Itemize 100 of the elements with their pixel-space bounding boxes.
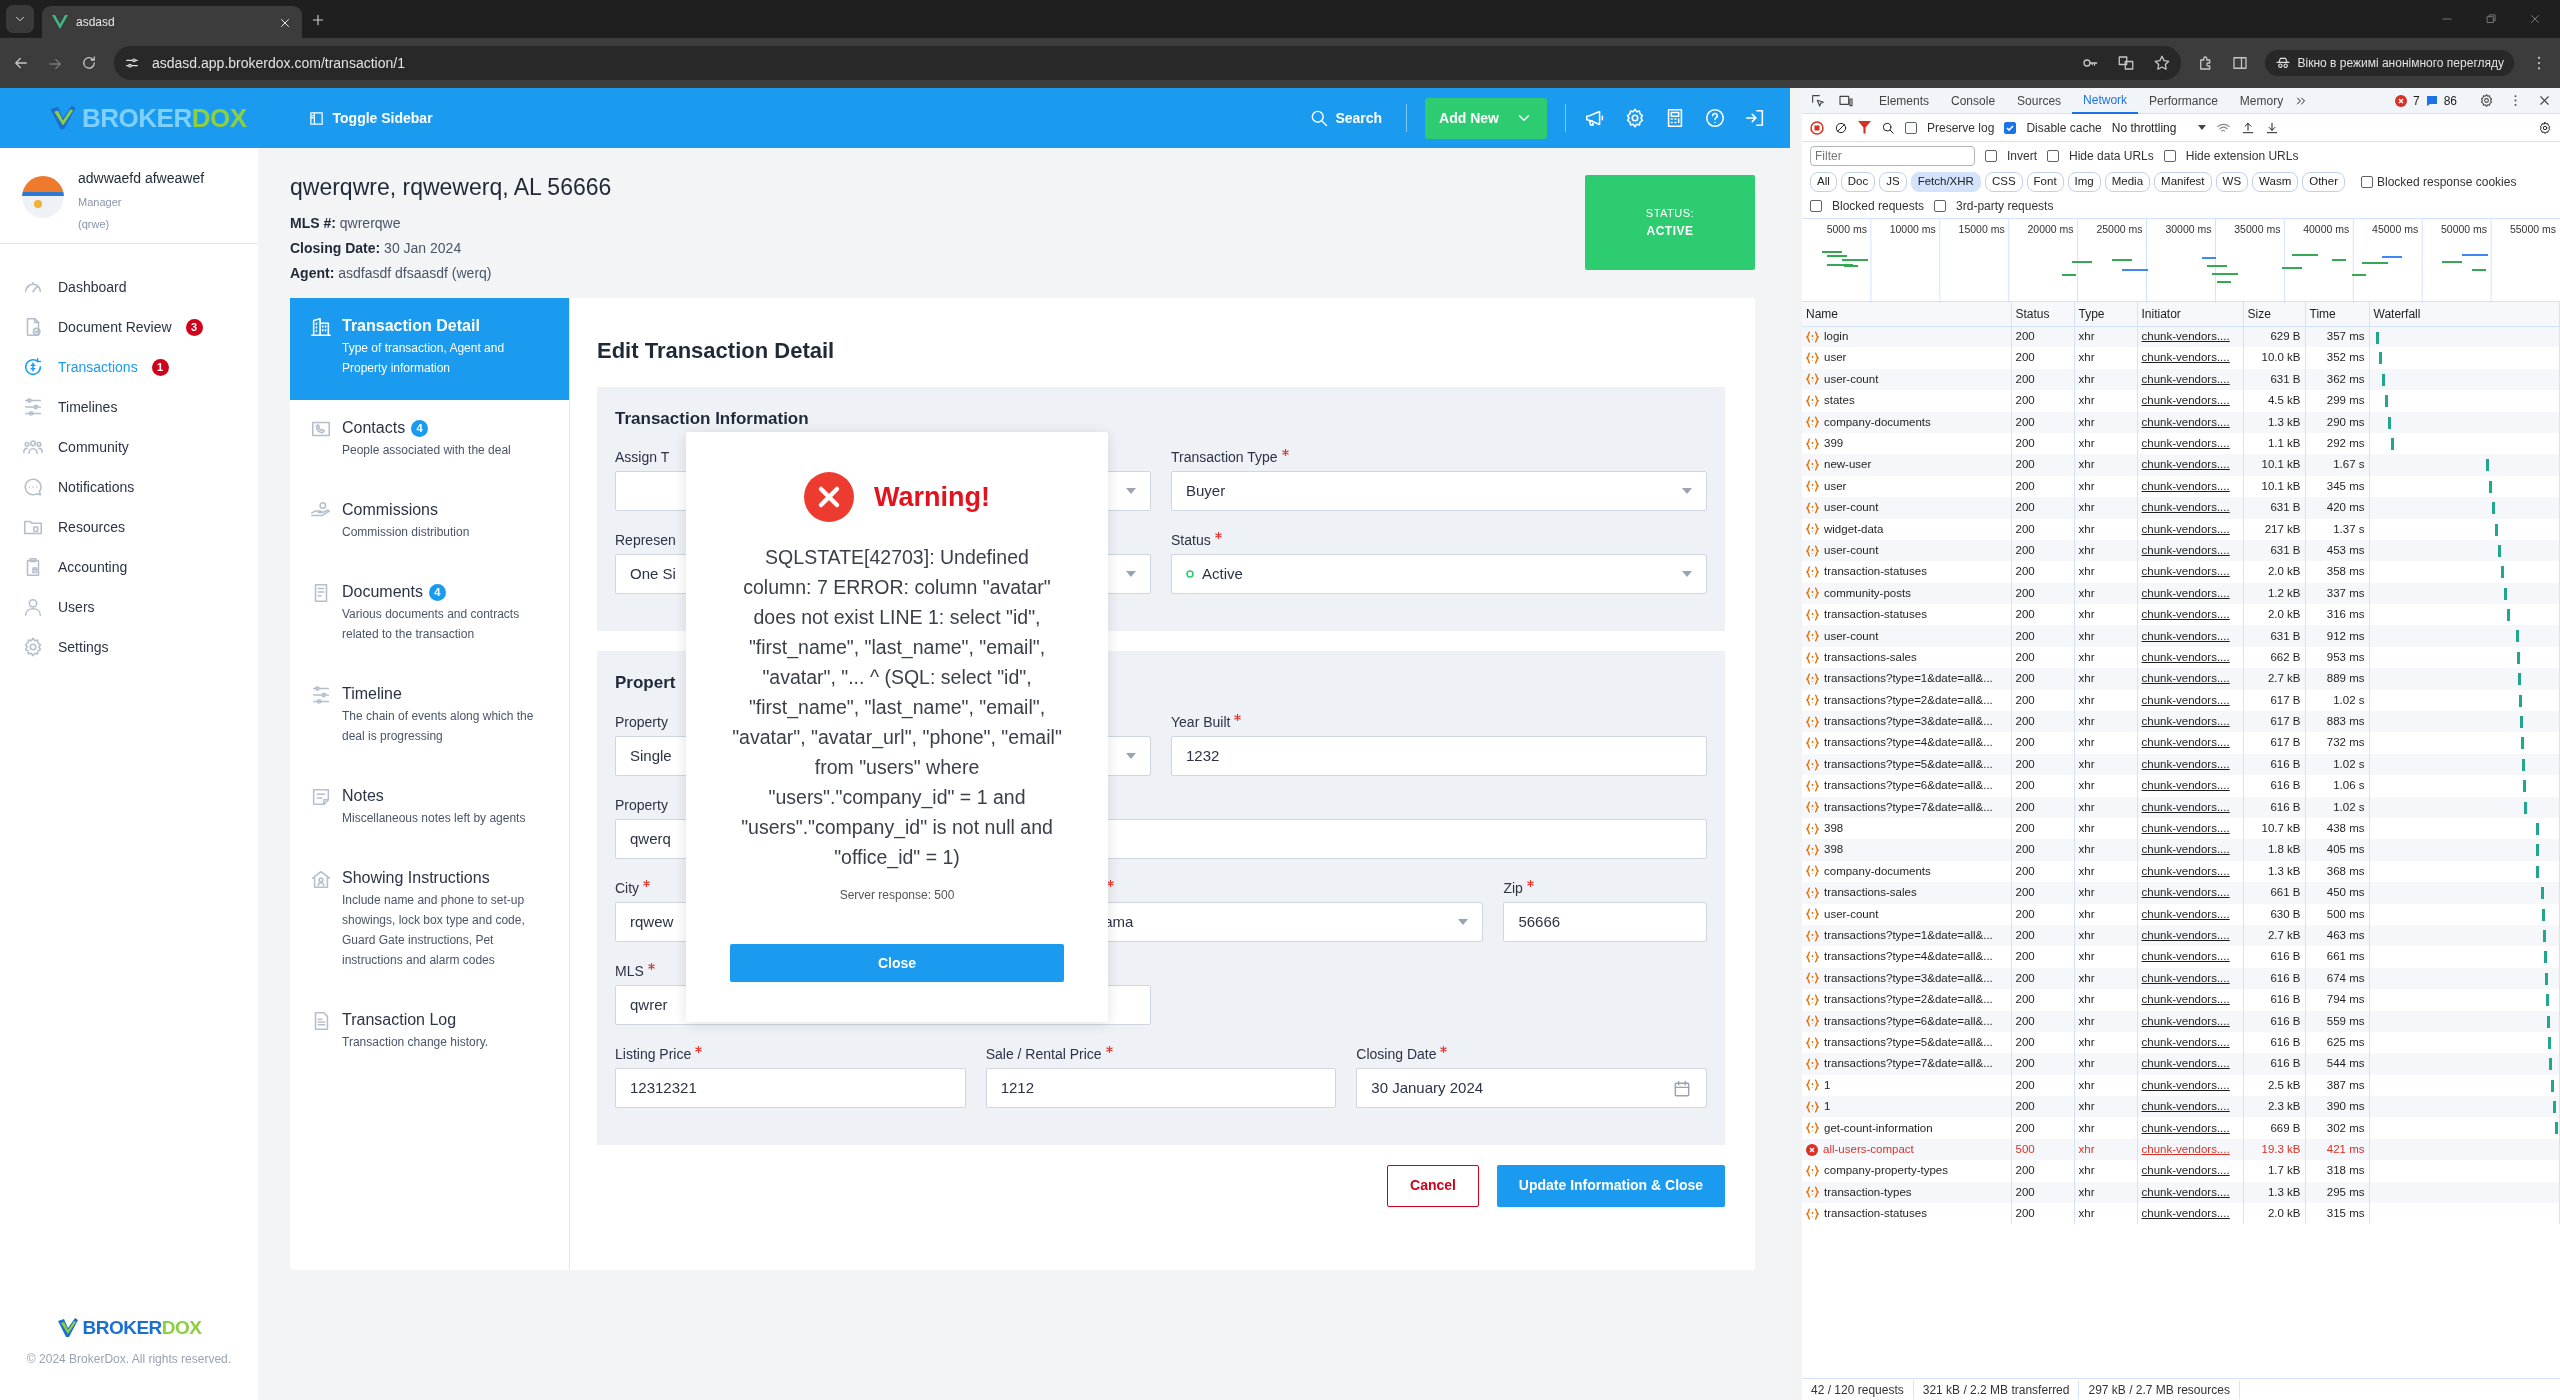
request-name[interactable]: widget-data bbox=[1802, 518, 2011, 540]
sidebar-item[interactable]: Dashboard bbox=[0, 267, 258, 307]
devtools-tab[interactable]: Console bbox=[1940, 87, 2007, 114]
inspect-icon[interactable] bbox=[1810, 92, 1826, 109]
initiator-link[interactable]: chunk-vendors.... bbox=[2141, 779, 2230, 792]
request-name[interactable]: transactions?type=3&date=all&... bbox=[1802, 967, 2011, 990]
initiator-link[interactable]: chunk-vendors.... bbox=[2141, 1035, 2230, 1048]
initiator-link[interactable]: chunk-vendors.... bbox=[2141, 1078, 2230, 1091]
translate-icon[interactable] bbox=[2117, 54, 2136, 72]
upload-icon[interactable] bbox=[2241, 120, 2256, 135]
request-name[interactable]: transaction-types bbox=[1802, 1181, 2011, 1203]
settings-icon[interactable] bbox=[2479, 93, 2494, 108]
close-icon[interactable] bbox=[2528, 12, 2542, 26]
type-filter[interactable]: Img bbox=[2067, 172, 2101, 192]
type-filter[interactable]: Fetch/XHR bbox=[1910, 172, 1981, 192]
devtools-tab[interactable]: Performance bbox=[2138, 87, 2229, 114]
initiator-link[interactable]: chunk-vendors.... bbox=[2141, 907, 2230, 920]
request-name[interactable]: user-count bbox=[1802, 903, 2011, 925]
type-filter[interactable]: Other bbox=[2302, 172, 2345, 192]
settings-icon[interactable] bbox=[2538, 121, 2552, 136]
devtools-tab[interactable]: Elements bbox=[1868, 87, 1941, 114]
request-name[interactable]: user-count bbox=[1802, 625, 2011, 647]
input-field[interactable]: 12312321 bbox=[615, 1067, 966, 1108]
request-name[interactable]: transaction-statuses bbox=[1802, 1203, 2011, 1225]
detail-nav-item[interactable]: Commissions Commission distribution bbox=[290, 482, 569, 564]
checkbox[interactable] bbox=[2004, 121, 2017, 134]
sidebar-item[interactable]: Timelines bbox=[0, 387, 258, 427]
initiator-link[interactable]: chunk-vendors.... bbox=[2141, 864, 2230, 877]
checkbox[interactable] bbox=[1810, 200, 1822, 212]
initiator-link[interactable]: chunk-vendors.... bbox=[2141, 1207, 2230, 1220]
type-filter[interactable]: All bbox=[1810, 172, 1837, 192]
logout-icon[interactable] bbox=[1744, 107, 1766, 129]
request-name[interactable]: get-count-information bbox=[1802, 1117, 2011, 1139]
checkbox[interactable] bbox=[2163, 150, 2176, 162]
type-filter[interactable]: CSS bbox=[1984, 172, 2023, 192]
star-icon[interactable] bbox=[2153, 54, 2172, 72]
sidebar-item[interactable]: Settings bbox=[0, 627, 258, 667]
type-filter[interactable]: WS bbox=[2215, 172, 2249, 192]
devtools-tab[interactable]: Sources bbox=[2006, 87, 2073, 114]
browser-tab[interactable]: asdasd bbox=[42, 6, 302, 38]
initiator-link[interactable]: chunk-vendors.... bbox=[2141, 351, 2230, 364]
initiator-link[interactable]: chunk-vendors.... bbox=[2141, 522, 2230, 535]
column-header[interactable]: Initiator bbox=[2137, 302, 2243, 326]
column-header[interactable]: Type bbox=[2074, 302, 2137, 326]
detail-nav-item[interactable]: Transaction Log Transaction change history. bbox=[290, 992, 569, 1074]
clear-icon[interactable] bbox=[1834, 120, 1848, 135]
request-name[interactable]: transaction-statuses bbox=[1802, 561, 2011, 583]
sidebar-item[interactable]: Users bbox=[0, 587, 258, 627]
request-name[interactable]: user-count bbox=[1802, 497, 2011, 519]
devtools-tab[interactable]: Network bbox=[2072, 87, 2139, 114]
close-icon[interactable] bbox=[2537, 93, 2552, 108]
detail-nav-item[interactable]: Showing Instructions Include name and phone to set-up showings, lock box type and code, Guard Gate instructions, Pet instructions and alarm codes bbox=[290, 850, 569, 992]
initiator-link[interactable]: chunk-vendors.... bbox=[2141, 565, 2230, 578]
request-name[interactable]: transactions?type=6&date=all&... bbox=[1802, 775, 2011, 797]
help-icon[interactable] bbox=[1704, 107, 1726, 129]
request-name[interactable]: login bbox=[1802, 326, 2011, 348]
select-field[interactable]: Active bbox=[1171, 554, 1707, 595]
column-header[interactable]: Size bbox=[2243, 302, 2305, 326]
date-field[interactable]: 30 January 2024 bbox=[1356, 1067, 1707, 1108]
request-name[interactable]: all-users-compact bbox=[1802, 1138, 2011, 1161]
initiator-link[interactable]: chunk-vendors.... bbox=[2141, 950, 2230, 963]
request-name[interactable]: new-user bbox=[1802, 454, 2011, 476]
type-filter[interactable]: Doc bbox=[1840, 172, 1876, 192]
column-header[interactable]: Waterfall bbox=[2369, 302, 2560, 326]
sidebar-item[interactable]: Community bbox=[0, 427, 258, 467]
initiator-link[interactable]: chunk-vendors.... bbox=[2141, 693, 2230, 706]
initiator-link[interactable]: chunk-vendors.... bbox=[2141, 736, 2230, 749]
request-name[interactable]: transactions?type=2&date=all&... bbox=[1802, 989, 2011, 1011]
devtools-tab[interactable]: Memory bbox=[2228, 87, 2295, 114]
type-filter[interactable]: Wasm bbox=[2252, 172, 2299, 192]
initiator-link[interactable]: chunk-vendors.... bbox=[2141, 822, 2230, 835]
input-field[interactable]: 1232 bbox=[1171, 735, 1707, 776]
request-name[interactable]: transactions-sales bbox=[1802, 882, 2011, 904]
column-header[interactable]: Status bbox=[2011, 302, 2074, 326]
column-header[interactable]: Name bbox=[1802, 302, 2011, 326]
sidebar-item[interactable]: Resources bbox=[0, 507, 258, 547]
initiator-link[interactable]: chunk-vendors.... bbox=[2141, 993, 2230, 1006]
incognito-indicator[interactable]: Вікно в режимі анонімного перегляду bbox=[2265, 50, 2514, 76]
filter-field[interactable]: Filter bbox=[1810, 146, 1975, 166]
checkbox[interactable] bbox=[2361, 176, 2373, 188]
initiator-link[interactable]: chunk-vendors.... bbox=[2141, 479, 2230, 492]
request-name[interactable]: transactions?type=7&date=all&... bbox=[1802, 1053, 2011, 1075]
download-icon[interactable] bbox=[2265, 120, 2280, 135]
request-name[interactable]: user-count bbox=[1802, 368, 2011, 391]
type-filter[interactable]: JS bbox=[1879, 172, 1907, 192]
detail-nav-item[interactable]: Documents 4 Various documents and contracts related to the transaction bbox=[290, 564, 569, 666]
sidebar-item[interactable]: Accounting bbox=[0, 547, 258, 587]
initiator-link[interactable]: chunk-vendors.... bbox=[2141, 1164, 2230, 1177]
column-header[interactable]: Time bbox=[2305, 302, 2369, 326]
checkbox[interactable] bbox=[1985, 150, 1997, 162]
initiator-link[interactable]: chunk-vendors.... bbox=[2141, 608, 2230, 621]
initiator-link[interactable]: chunk-vendors.... bbox=[2141, 650, 2230, 663]
search-icon[interactable] bbox=[1881, 120, 1895, 135]
sidebar-item[interactable]: Transactions 1 bbox=[0, 347, 258, 387]
filter-icon[interactable] bbox=[1858, 121, 1871, 134]
sidebar-item[interactable]: Notifications bbox=[0, 467, 258, 507]
checkbox[interactable] bbox=[1905, 121, 1917, 134]
type-filter[interactable]: Media bbox=[2104, 172, 2151, 192]
request-name[interactable]: 398 bbox=[1802, 839, 2011, 861]
type-filter[interactable]: Font bbox=[2026, 172, 2064, 192]
